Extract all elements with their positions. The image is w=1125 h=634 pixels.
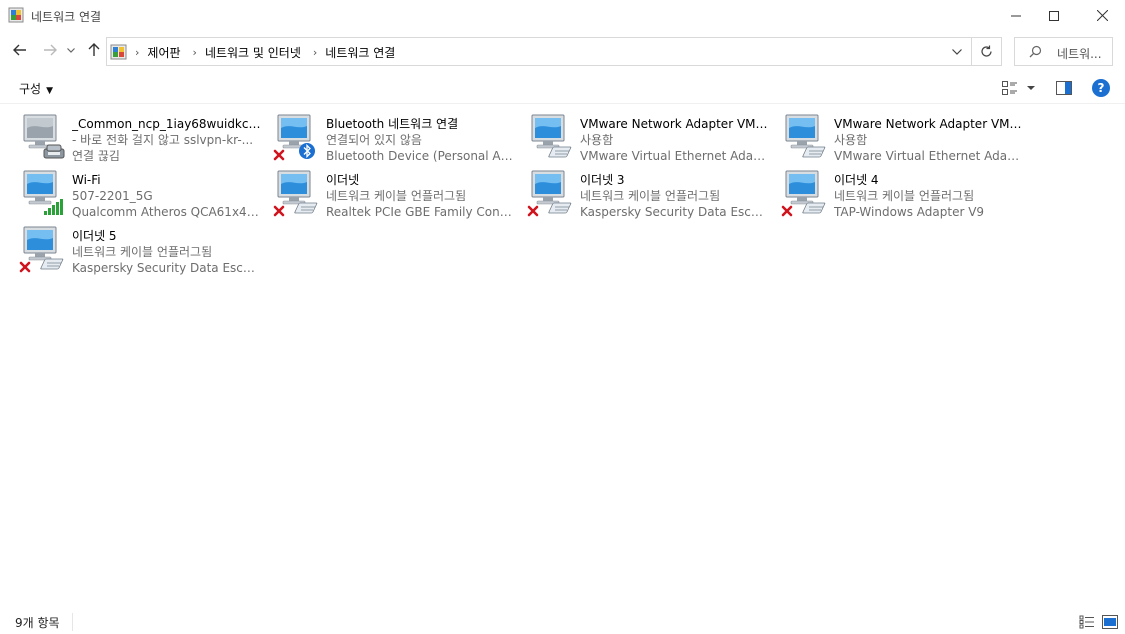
address-history-dropdown[interactable] [943,38,971,65]
maximize-button[interactable] [1031,0,1077,31]
connection-name: 이더넷 4 [834,173,879,187]
connection-item[interactable]: 이더넷 3 네트워크 케이블 언플러그됨 Kaspersky Security Da… [526,166,776,219]
wifi-adapter-icon [23,170,63,215]
connection-device: Bluetooth Device (Personal Area ... [326,149,516,163]
connection-name: VMware Network Adapter VMnet1 [580,117,770,131]
ethernet-adapter-icon [785,114,826,158]
connections-view: _Common_ncp_1iay68wuidkc0_na - 바로 전화 걸지 않… [0,104,1125,610]
ethernet-adapter-icon [273,170,318,217]
minimize-icon [1011,15,1021,16]
connection-device: Kaspersky Security Data Escort A... [580,205,770,219]
preview-pane-icon [1056,81,1072,95]
up-button[interactable] [84,40,104,60]
maximize-icon [1049,10,1059,21]
connection-status: 연결되어 있지 않음 [326,133,422,147]
network-connections-app-icon [8,7,24,23]
status-divider [72,613,73,631]
organize-button[interactable]: 구성 ▼ [19,80,53,97]
recent-locations-button[interactable] [64,40,78,60]
connection-item[interactable]: 이더넷 4 네트워크 케이블 언플러그됨 TAP-Windows Adapter V… [780,166,1030,219]
arrow-left-icon [13,44,26,56]
connection-name: 이더넷 5 [72,229,117,243]
connection-status: 네트워크 케이블 언플러그됨 [72,245,213,259]
caret-down-icon: ▼ [46,86,54,96]
connection-status: 네트워크 케이블 언플러그됨 [834,189,975,203]
connection-status: 네트워크 케이블 언플러그됨 [326,189,467,203]
change-view-button[interactable] [1002,79,1036,97]
back-button[interactable] [10,40,30,60]
connection-device: 연결 끊김 [72,149,120,163]
preview-pane-button[interactable] [1056,79,1076,97]
breadcrumb-network-and-internet[interactable]: 네트워크 및 인터넷 [205,44,301,61]
connection-device: VMware Virtual Ethernet Adapter ... [580,149,770,163]
details-view-icon[interactable] [1079,615,1095,629]
chevron-down-icon [67,47,75,53]
close-icon [1096,10,1108,21]
arrow-right-icon [44,44,57,56]
breadcrumb-separator-icon: › [135,46,140,59]
connection-item[interactable]: VMware Network Adapter VMnet8 사용함 VMware V… [780,110,1030,163]
breadcrumb-control-panel[interactable]: 제어판 [147,44,180,61]
navigation-bar: › 제어판 › 네트워크 및 인터넷 › 네트워크 연결 네트워... [0,31,1125,71]
connection-device: Realtek PCIe GBE Family Controller [326,205,516,219]
caret-down-icon [1027,86,1035,90]
connection-status: 507-2201_5G [72,189,153,203]
connection-name: 이더넷 3 [580,173,625,187]
search-placeholder: 네트워... [1057,47,1102,61]
item-count: 9개 항목 [15,616,60,630]
connection-device: Kaspersky Security Data Escort A... [72,261,262,275]
dialup-connection-icon [23,114,65,159]
address-bar[interactable]: › 제어판 › 네트워크 및 인터넷 › 네트워크 연결 [106,37,972,66]
ethernet-adapter-icon [781,170,826,217]
ethernet-adapter-icon [19,226,64,273]
large-icons-view-icon[interactable] [1102,615,1118,629]
network-connections-icon [110,44,127,60]
connection-item[interactable]: 이더넷네트워크 케이블 언플러그됨 Realtek PCIe GBE Family… [272,166,522,219]
connection-status: - 바로 전화 걸지 않고 sslvpn-kr-... [72,133,254,147]
connection-item[interactable]: Wi-Fi 507-2201_5G Qualcomm Atheros QCA61x4… [18,166,268,219]
connection-name: VMware Network Adapter VMnet8 [834,117,1024,131]
refresh-icon [981,45,992,57]
ethernet-adapter-icon [527,170,572,217]
command-bar: 구성 ▼ [0,71,1125,104]
breadcrumb-network-connections[interactable]: 네트워크 연결 [325,44,395,61]
connection-device: Qualcomm Atheros QCA61x4A ... [72,205,262,219]
chevron-down-icon [952,48,962,55]
connection-name: _Common_ncp_1iay68wuidkc0_na [72,117,262,131]
connection-status: 사용함 [580,133,614,147]
breadcrumb: › 제어판 › 네트워크 및 인터넷 › 네트워크 연결 [131,44,395,61]
ethernet-adapter-icon [531,114,572,158]
help-icon: ? [1097,81,1105,95]
bluetooth-adapter-icon [273,114,315,161]
help-button[interactable]: ? [1092,79,1110,97]
close-button[interactable] [1079,0,1125,31]
connection-status: 사용함 [834,133,868,147]
connection-status: 네트워크 케이블 언플러그됨 [580,189,721,203]
connection-device: VMware Virtual Ethernet Adapter ... [834,149,1024,163]
view-options-icon [1002,81,1017,95]
breadcrumb-separator-icon[interactable]: › [313,46,317,59]
organize-label: 구성 [19,82,42,96]
status-bar: 9개 항목 [0,610,1125,634]
connection-item[interactable]: Bluetooth 네트워크 연결연결되어 있지 않음 Bluetooth Dev… [272,110,522,163]
forward-button[interactable] [40,40,60,60]
connection-item[interactable]: _Common_ncp_1iay68wuidkc0_na - 바로 전화 걸지 않… [18,110,268,163]
search-box[interactable]: 네트워... [1014,37,1113,66]
connection-item[interactable]: VMware Network Adapter VMnet1 사용함 VMware V… [526,110,776,163]
connection-name: Bluetooth 네트워크 연결 [326,117,459,131]
arrow-up-icon [88,43,100,56]
connection-name: 이더넷 [326,173,360,187]
connection-item[interactable]: 이더넷 5 네트워크 케이블 언플러그됨 Kaspersky Security Da… [18,222,268,275]
breadcrumb-separator-icon[interactable]: › [193,46,197,59]
refresh-button[interactable] [972,37,1002,66]
connection-device: TAP-Windows Adapter V9 [834,205,985,219]
search-icon [1029,45,1042,58]
title-bar: 네트워크 연결 [0,0,1125,31]
window-title: 네트워크 연결 [31,10,102,24]
connection-name: Wi-Fi [72,173,101,187]
